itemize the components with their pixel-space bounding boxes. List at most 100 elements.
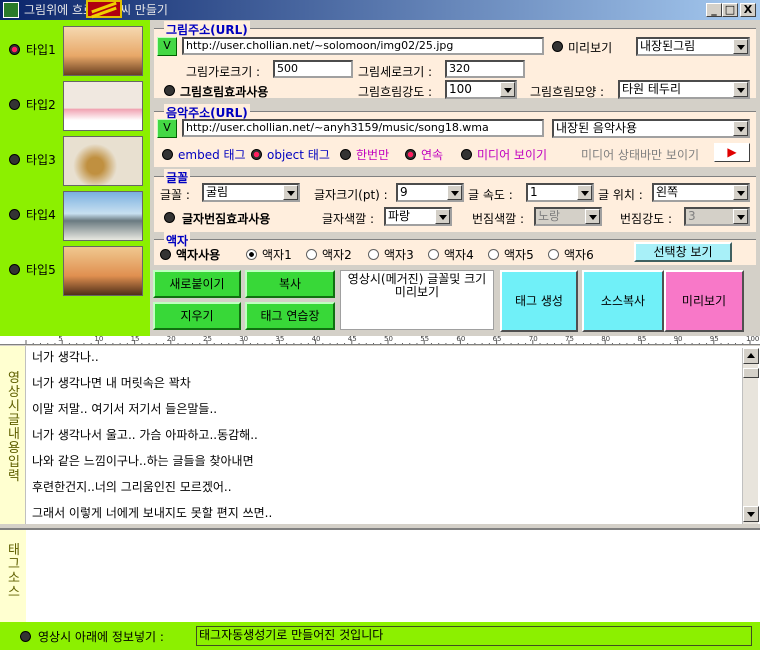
text-position-select[interactable]: 왼쪽 xyxy=(652,183,750,202)
builtin-music-select[interactable]: 내장된 음악사용 xyxy=(552,119,750,138)
image-preview-radio[interactable] xyxy=(552,41,563,52)
show-media-label: 미디어 보이기 xyxy=(477,148,548,162)
frame-option-6-radio[interactable] xyxy=(548,249,559,260)
content-editor[interactable]: 영상시글내용입력 너가 생각나.. 너가 생각나면 내 머릿속은 꽉차 이말 저… xyxy=(0,346,760,524)
select-window-button[interactable]: 선택창 보기 xyxy=(634,242,732,262)
close-button[interactable]: X xyxy=(740,3,756,17)
editor-line[interactable]: 나와 같은 느낌이구나..하는 글들을 찾아내면 xyxy=(32,452,254,469)
settings-panel: 그림주소(URL) V http://user.chollian.net/~so… xyxy=(150,20,760,336)
image-blur-label: 그림흐림효과사용 xyxy=(180,85,269,99)
text-speed-select[interactable]: 1 xyxy=(526,183,594,202)
type-thumbnail-5[interactable] xyxy=(63,246,143,296)
blur-shape-select[interactable]: 타원 테두리 xyxy=(618,80,750,99)
type-option-3[interactable]: 타입3 xyxy=(6,136,150,188)
editor-line[interactable]: 너가 생각나면 내 머릿속은 꽉차 xyxy=(32,374,191,391)
scroll-up-icon[interactable] xyxy=(743,348,759,364)
chevron-down-icon[interactable] xyxy=(500,82,515,97)
text-position-value: 왼쪽 xyxy=(656,185,679,199)
chevron-down-icon[interactable] xyxy=(585,209,600,224)
chevron-down-icon[interactable] xyxy=(733,121,748,136)
frame-option-3-radio[interactable] xyxy=(368,249,379,260)
image-height-input[interactable]: 320 xyxy=(445,60,525,78)
frame-option-1-radio[interactable] xyxy=(246,249,257,260)
maximize-button[interactable]: □ xyxy=(722,3,738,17)
show-media-radio[interactable] xyxy=(461,149,472,160)
image-width-input[interactable]: 500 xyxy=(273,60,353,78)
radio-icon[interactable] xyxy=(9,99,20,110)
image-url-input[interactable]: http://user.chollian.net/~solomoon/img02… xyxy=(182,37,544,55)
chevron-down-icon[interactable] xyxy=(733,82,748,97)
frame-use-radio[interactable] xyxy=(160,249,171,260)
type-thumbnail-3[interactable] xyxy=(63,136,143,186)
text-color-select[interactable]: 파랑 xyxy=(384,207,452,226)
editor-line[interactable]: 너가 생각나.. xyxy=(32,348,99,365)
glow-color-select[interactable]: 노랑 xyxy=(534,207,602,226)
chevron-down-icon[interactable] xyxy=(283,185,298,200)
glow-color-label: 번짐색깔 : xyxy=(472,212,525,226)
minimize-button[interactable]: _ xyxy=(706,3,722,17)
copy-source-button[interactable]: 소스복사 xyxy=(582,270,664,332)
frame-option-4-radio[interactable] xyxy=(428,249,439,260)
glow-strength-label: 번짐강도 : xyxy=(620,212,673,226)
editor-scrollbar[interactable] xyxy=(742,348,759,524)
music-url-input[interactable]: http://user.chollian.net/~anyh3159/music… xyxy=(182,119,544,137)
copy-button[interactable]: 복사 xyxy=(245,270,335,298)
chevron-down-icon[interactable] xyxy=(577,185,592,200)
ruler-label: 85 xyxy=(637,336,647,343)
scroll-thumb[interactable] xyxy=(743,368,759,378)
title-bar[interactable]: 그림위에 흐르는 글씨 만들기 _ □ X xyxy=(0,0,760,20)
image-blur-radio[interactable] xyxy=(164,85,175,96)
blur-strength-select[interactable]: 100 xyxy=(445,80,517,99)
chevron-down-icon[interactable] xyxy=(733,209,748,224)
type-thumbnail-4[interactable] xyxy=(63,191,143,241)
font-face-select[interactable]: 굴림 xyxy=(202,183,300,202)
editor-line[interactable]: 이말 저말.. 여기서 저기서 들은말들.. xyxy=(32,400,217,417)
builtin-image-select[interactable]: 내장된그림 xyxy=(636,37,750,56)
info-label: 영상시 아래에 정보넣기 : xyxy=(38,630,164,644)
embed-radio[interactable] xyxy=(162,149,173,160)
new-paste-button[interactable]: 새로붙이기 xyxy=(153,270,241,298)
image-v-button[interactable]: V xyxy=(157,37,177,56)
info-radio[interactable] xyxy=(20,631,31,642)
chevron-down-icon[interactable] xyxy=(733,185,748,200)
editor-line[interactable]: 그래서 이렇게 너에게 보내지도 못할 편지 쓰면.. xyxy=(32,504,272,521)
type-option-1[interactable]: 타입1 xyxy=(6,26,150,78)
radio-icon[interactable] xyxy=(9,44,20,55)
editor-line[interactable]: 후련한건지..너의 그리움인진 모르겠어.. xyxy=(32,478,232,495)
text-speed-value: 1 xyxy=(530,185,538,199)
text-color-value: 파랑 xyxy=(388,209,411,223)
font-group: 글꼴 글꼴 : 굴림 글자크기(pt) : 9 글 속도 : 1 글 위치 : … xyxy=(154,169,756,232)
clear-button[interactable]: 지우기 xyxy=(153,302,241,330)
info-input[interactable]: 태그자동생성기로 만들어진 것입니다 xyxy=(196,626,752,646)
ruler: 5 10 15 20 25 30 35 40 45 50 55 60 65 70 75 80 85 90 95 100 xyxy=(0,336,760,345)
chevron-down-icon[interactable] xyxy=(733,39,748,54)
play-icon[interactable]: ▶ xyxy=(714,143,750,162)
radio-icon[interactable] xyxy=(9,264,20,275)
chevron-down-icon[interactable] xyxy=(447,185,462,200)
loop-radio[interactable] xyxy=(405,149,416,160)
editor-line[interactable]: 너가 생각나서 울고.. 가슴 아파하고..동감해.. xyxy=(32,426,258,443)
preview-button[interactable]: 미리보기 xyxy=(664,270,744,332)
object-radio[interactable] xyxy=(251,149,262,160)
font-size-select[interactable]: 9 xyxy=(396,183,464,202)
type-option-5[interactable]: 타입5 xyxy=(6,246,150,298)
type-thumbnail-2[interactable] xyxy=(63,81,143,131)
generate-tag-button[interactable]: 태그 생성 xyxy=(500,270,578,332)
radio-icon[interactable] xyxy=(9,209,20,220)
radio-icon[interactable] xyxy=(9,154,20,165)
tag-source-area[interactable]: 태그소스 xyxy=(0,528,760,622)
frame-option-5-radio[interactable] xyxy=(488,249,499,260)
type-thumbnail-1[interactable] xyxy=(63,26,143,76)
once-radio[interactable] xyxy=(340,149,351,160)
chevron-down-icon[interactable] xyxy=(435,209,450,224)
type-option-4[interactable]: 타입4 xyxy=(6,191,150,243)
frame-option-2-radio[interactable] xyxy=(306,249,317,260)
type-option-2[interactable]: 타입2 xyxy=(6,81,150,133)
music-v-button[interactable]: V xyxy=(157,119,177,138)
tag-practice-button[interactable]: 태그 연습장 xyxy=(245,302,335,330)
glow-effect-radio[interactable] xyxy=(164,212,175,223)
blur-strength-label: 그림흐림강도 : xyxy=(358,85,433,99)
glow-strength-select[interactable]: 3 xyxy=(684,207,750,226)
scroll-down-icon[interactable] xyxy=(743,506,759,522)
frame-option-3-label: 액자3 xyxy=(384,248,414,262)
